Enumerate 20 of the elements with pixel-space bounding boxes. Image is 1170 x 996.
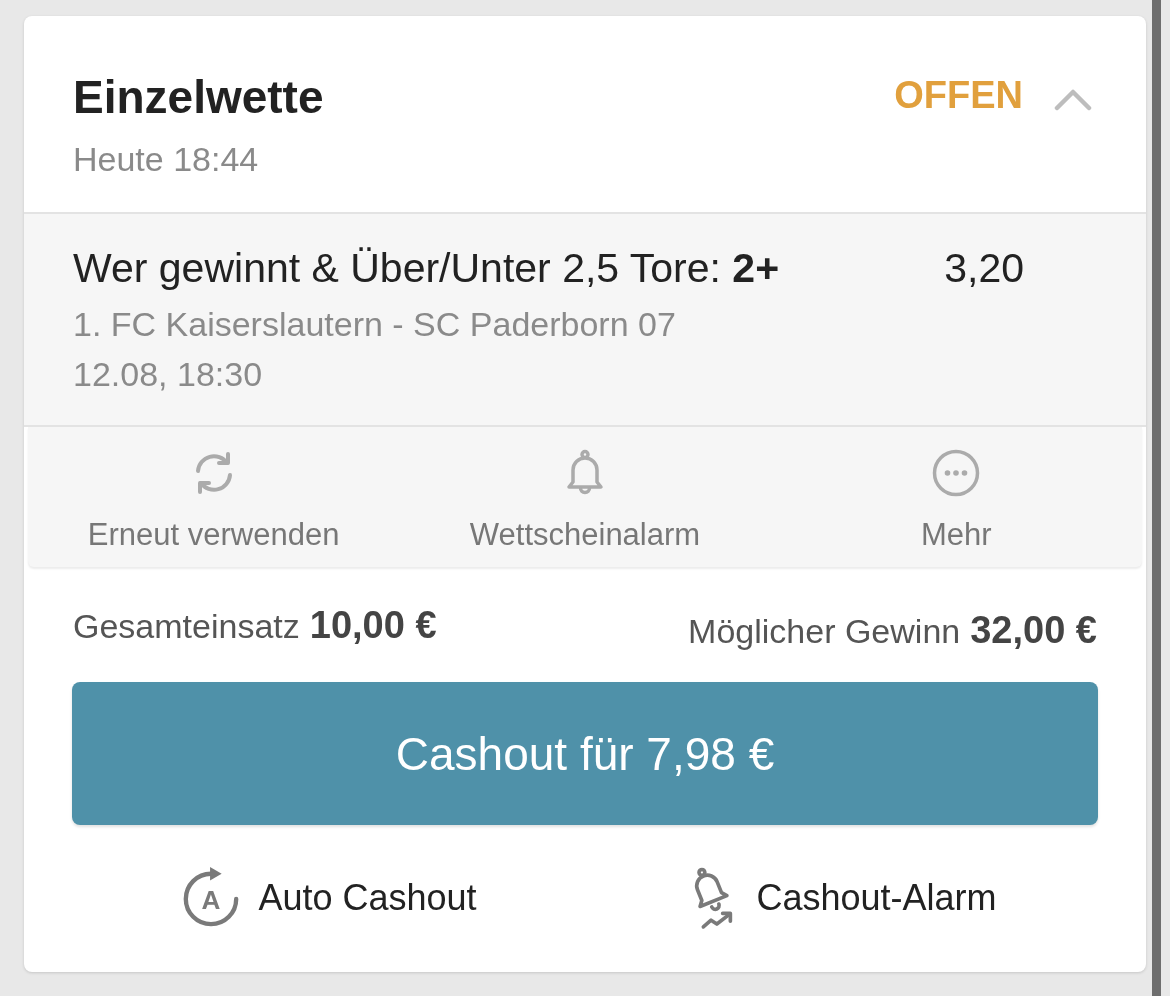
cashout-alarm-button[interactable]: Cashout-Alarm: [686, 865, 997, 931]
bet-time: Heute 18:44: [73, 139, 260, 179]
bet-alert-button[interactable]: Wettscheinalarm: [399, 427, 771, 567]
market-text: Wer gewinnt & Über/Unter 2,5 Tore: 2+: [73, 244, 780, 292]
odds-value: 3,20: [944, 244, 1024, 292]
amount-value: 10,00 €: [309, 604, 437, 646]
bet-status: OFFEN: [894, 73, 1023, 118]
amount-label: Gesamteinsatz: [73, 607, 300, 645]
amount-value: 32,00 €: [970, 609, 1097, 651]
cashout-button[interactable]: Cashout für 7,98 €: [72, 682, 1098, 825]
more-button[interactable]: Mehr: [770, 427, 1142, 567]
bet-type-title: Einzelwette: [73, 72, 324, 122]
amount-label: Möglicher Gewinn: [688, 612, 961, 650]
more-icon: [932, 449, 981, 497]
event-date: 12.08, 18:30: [73, 354, 264, 395]
chevron-up-icon[interactable]: [1054, 87, 1092, 111]
auto-cashout-button[interactable]: A Auto Cashout: [180, 865, 477, 931]
reuse-bet-button[interactable]: Erneut verwenden: [28, 427, 400, 567]
event-name: 1. FC Kaiserslautern - SC Paderborn 07: [73, 304, 677, 345]
scrollbar[interactable]: [1152, 0, 1161, 996]
